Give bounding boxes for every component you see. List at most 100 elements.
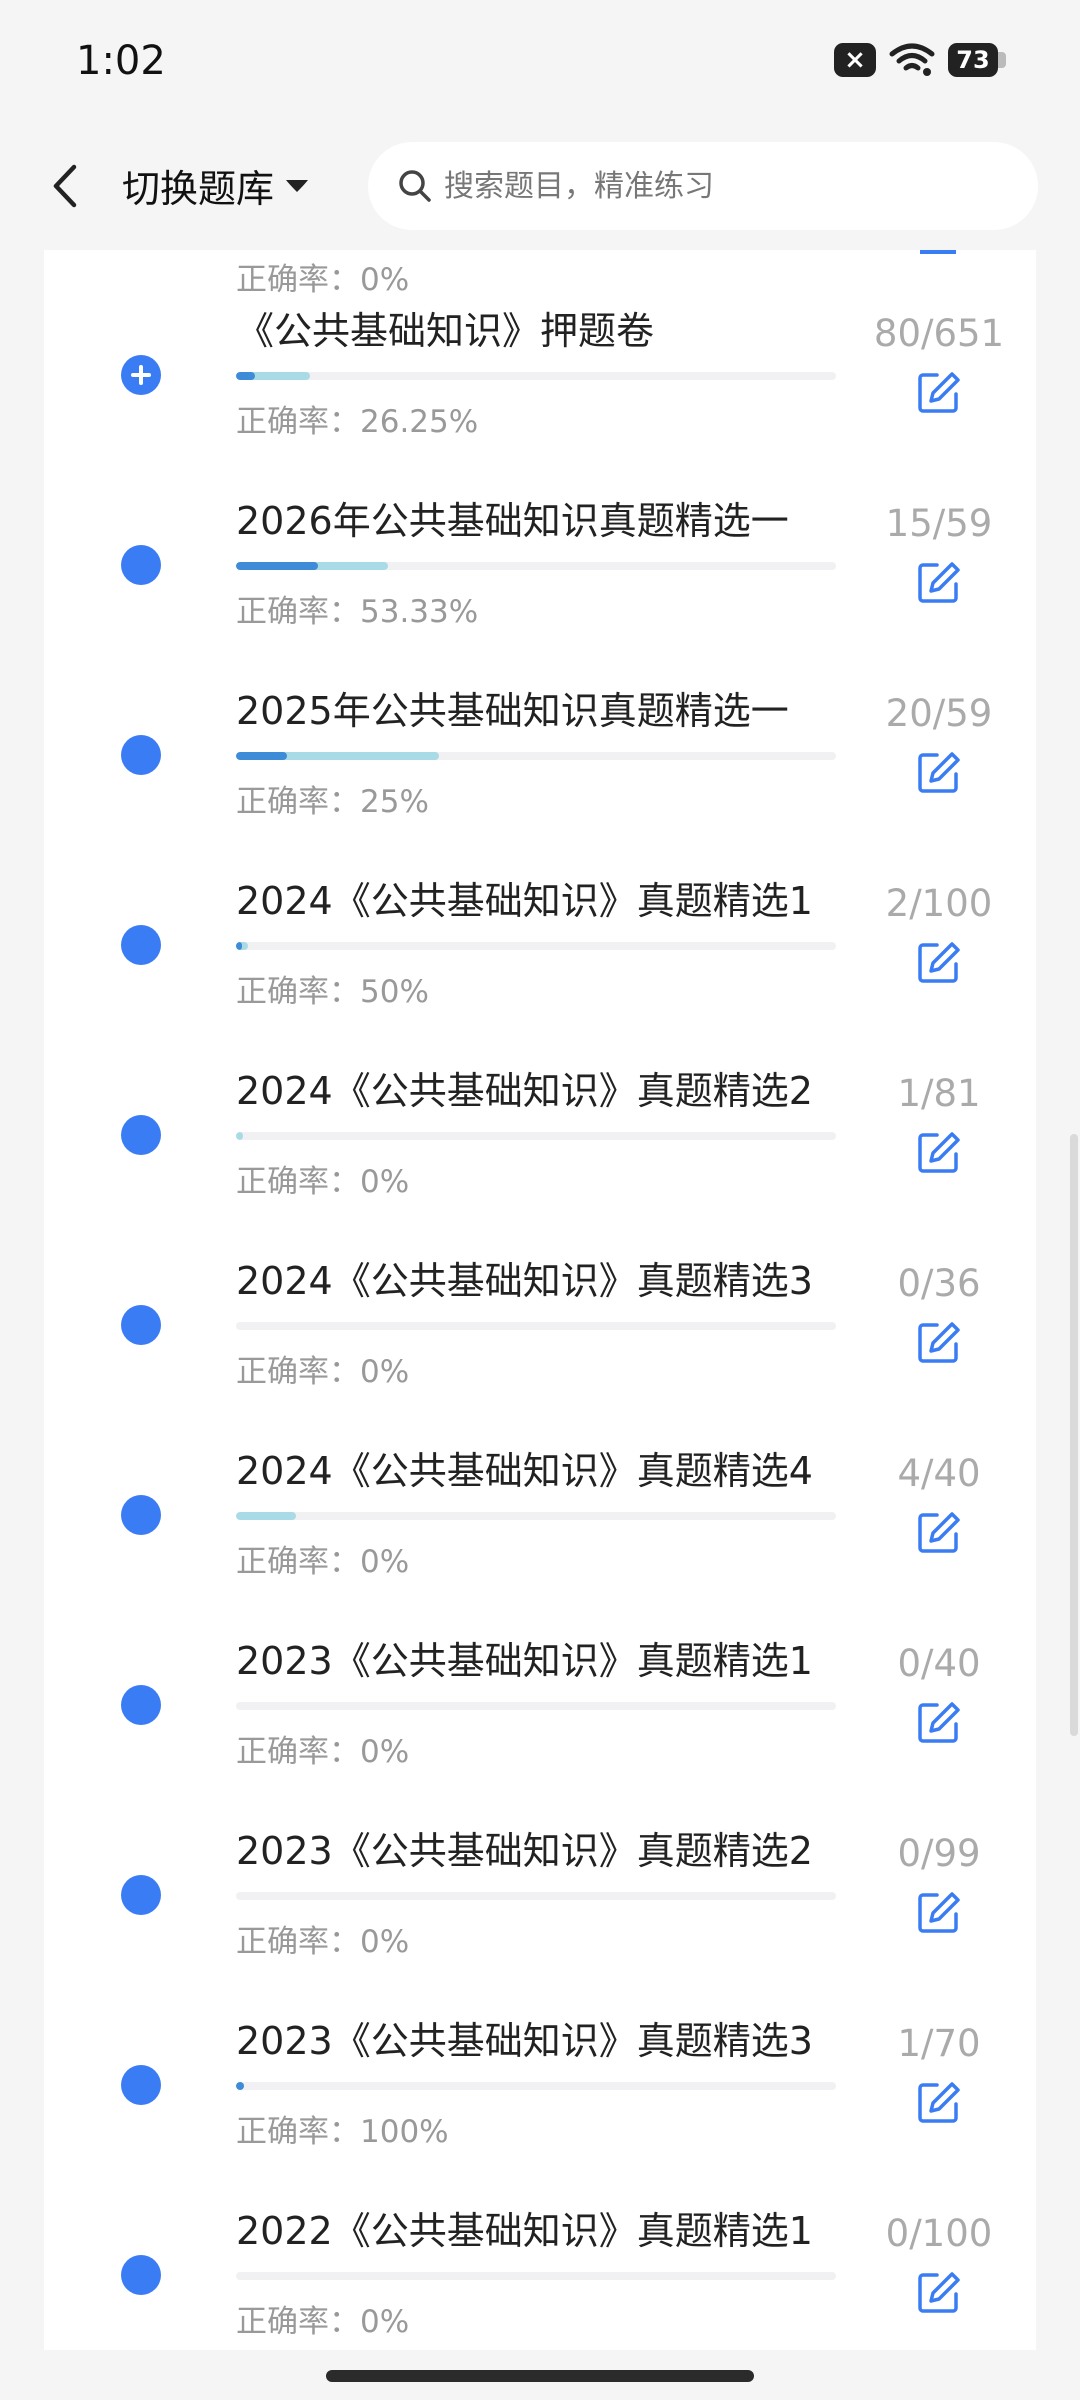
switch-question-bank-button[interactable]: 切换题库 <box>122 158 310 213</box>
item-title: 2025年公共基础知识真题精选一 <box>236 689 789 733</box>
item-accuracy: 正确率：0% <box>236 1354 410 1390</box>
progress-correct-fill <box>236 562 318 570</box>
item-title: 2024《公共基础知识》真题精选2 <box>236 1069 813 1113</box>
search-input[interactable] <box>444 168 1004 204</box>
caret-down-icon <box>286 179 309 192</box>
bullet-dot-icon <box>121 925 161 965</box>
list-item[interactable]: 2023《公共基础知识》真题精选2 正确率：0% 0/99 <box>44 1820 1036 2010</box>
edit-icon <box>918 1702 960 1743</box>
bullet-dot-icon <box>121 735 161 775</box>
practice-edit-button[interactable] <box>913 746 965 798</box>
top-nav-bar: 切换题库 <box>0 126 1080 250</box>
item-title: 2022《公共基础知识》真题精选1 <box>236 2209 813 2253</box>
item-count: 0/40 <box>897 1642 981 1685</box>
item-accuracy: 正确率：0% <box>236 1544 410 1580</box>
item-count: 1/81 <box>897 1072 981 1115</box>
progress-correct-fill <box>236 372 256 380</box>
progress-track <box>236 1892 836 1900</box>
item-title: 2023《公共基础知识》真题精选3 <box>236 2019 813 2063</box>
battery-level: 73 <box>948 43 998 77</box>
practice-edit-button[interactable] <box>913 1886 965 1938</box>
practice-edit-button[interactable] <box>913 936 965 988</box>
progress-track <box>236 1322 836 1330</box>
practice-edit-button[interactable] <box>913 1506 965 1558</box>
progress-track <box>236 562 836 570</box>
item-title: 2024《公共基础知识》真题精选1 <box>236 879 813 923</box>
add-circle-icon <box>121 355 161 395</box>
bullet-dot-icon <box>121 1685 161 1725</box>
item-count: 2/100 <box>885 882 993 925</box>
switch-bank-label: 切换题库 <box>122 167 275 211</box>
question-bank-list: 正确率：0% 《公共基础知识》押题卷 正确率：26.25% 80/651 2026年公… <box>44 250 1036 2350</box>
item-count: 15/59 <box>885 502 993 545</box>
bullet-dot-icon <box>121 545 161 585</box>
list-item[interactable]: 2023《公共基础知识》真题精选3 正确率：100% 1/70 <box>44 2010 1036 2200</box>
list-item[interactable]: 2023《公共基础知识》真题精选1 正确率：0% 0/40 <box>44 1630 1036 1820</box>
practice-edit-button[interactable] <box>913 366 965 418</box>
bullet-dot-icon <box>121 2255 161 2295</box>
practice-edit-button[interactable] <box>913 1126 965 1178</box>
item-accuracy: 正确率：0% <box>236 1164 410 1200</box>
list-item[interactable]: 2022《公共基础知识》真题精选1 正确率：0% 0/100 <box>44 2200 1036 2350</box>
item-accuracy: 正确率：53.33% <box>236 594 479 630</box>
edit-icon <box>918 1132 960 1173</box>
bullet-dot-icon <box>121 1305 161 1345</box>
list-item[interactable]: 2024《公共基础知识》真题精选1 正确率：50% 2/100 <box>44 870 1036 1060</box>
home-indicator[interactable] <box>326 2370 754 2382</box>
progress-track <box>236 1702 836 1710</box>
wifi-icon <box>889 43 935 76</box>
edit-icon <box>918 1892 960 1933</box>
item-title: 2024《公共基础知识》真题精选4 <box>236 1449 813 1493</box>
progress-correct-fill <box>236 942 242 950</box>
search-bar[interactable] <box>368 142 1038 230</box>
bullet-dot-icon <box>121 2065 161 2105</box>
progress-track <box>236 942 836 950</box>
item-count: 0/36 <box>897 1262 981 1305</box>
edit-icon <box>918 1322 960 1363</box>
item-accuracy: 正确率：50% <box>236 974 429 1010</box>
partial-item-accuracy: 正确率：0% <box>236 262 410 298</box>
sim-off-icon: × <box>834 43 876 77</box>
item-count: 0/99 <box>897 1832 981 1875</box>
status-time: 1:02 <box>76 38 166 84</box>
scrollbar[interactable] <box>1070 1134 1078 1736</box>
item-count: 0/100 <box>885 2212 993 2255</box>
list-item[interactable]: 2024《公共基础知识》真题精选4 正确率：0% 4/40 <box>44 1440 1036 1630</box>
practice-edit-button[interactable] <box>913 1696 965 1748</box>
list-item[interactable]: 2024《公共基础知识》真题精选3 正确率：0% 0/36 <box>44 1250 1036 1440</box>
chevron-left-icon <box>53 164 77 208</box>
battery-cap <box>998 52 1006 68</box>
practice-edit-button[interactable] <box>913 556 965 608</box>
status-bar: 1:02 × 73 <box>0 0 1080 126</box>
item-title: 2026年公共基础知识真题精选一 <box>236 499 789 543</box>
item-title: 《公共基础知识》押题卷 <box>236 309 655 353</box>
item-count: 4/40 <box>897 1452 981 1495</box>
bullet-dot-icon <box>121 1115 161 1155</box>
edit-icon <box>918 372 960 413</box>
progress-answered-fill <box>236 1132 244 1140</box>
list-item[interactable]: 2025年公共基础知识真题精选一 正确率：25% 20/59 <box>44 680 1036 870</box>
item-title: 2023《公共基础知识》真题精选2 <box>236 1829 813 1873</box>
list-item[interactable]: 2026年公共基础知识真题精选一正确率：53.33% 15/59 <box>44 490 1036 680</box>
practice-edit-button[interactable] <box>913 2266 965 2318</box>
practice-edit-button[interactable] <box>913 2076 965 2128</box>
status-icons: × 73 <box>834 42 1006 78</box>
list-item[interactable]: 《公共基础知识》押题卷 正确率：26.25% 80/651 <box>44 300 1036 490</box>
item-accuracy: 正确率：0% <box>236 2304 410 2340</box>
back-button[interactable] <box>40 156 90 216</box>
progress-track <box>236 372 836 380</box>
item-count: 20/59 <box>885 692 993 735</box>
item-title: 2024《公共基础知识》真题精选3 <box>236 1259 813 1303</box>
progress-correct-fill <box>236 2082 245 2090</box>
search-icon <box>399 170 431 202</box>
list-item[interactable]: 2024《公共基础知识》真题精选2 正确率：0% 1/81 <box>44 1060 1036 1250</box>
item-accuracy: 正确率：0% <box>236 1734 410 1770</box>
bullet-dot-icon <box>121 1495 161 1535</box>
battery-icon: 73 <box>948 43 1006 77</box>
edit-icon <box>918 562 960 603</box>
progress-answered-fill <box>236 1512 296 1520</box>
progress-correct-fill <box>236 752 287 760</box>
item-count: 1/70 <box>897 2022 981 2065</box>
progress-track <box>236 1512 836 1520</box>
practice-edit-button[interactable] <box>913 1316 965 1368</box>
